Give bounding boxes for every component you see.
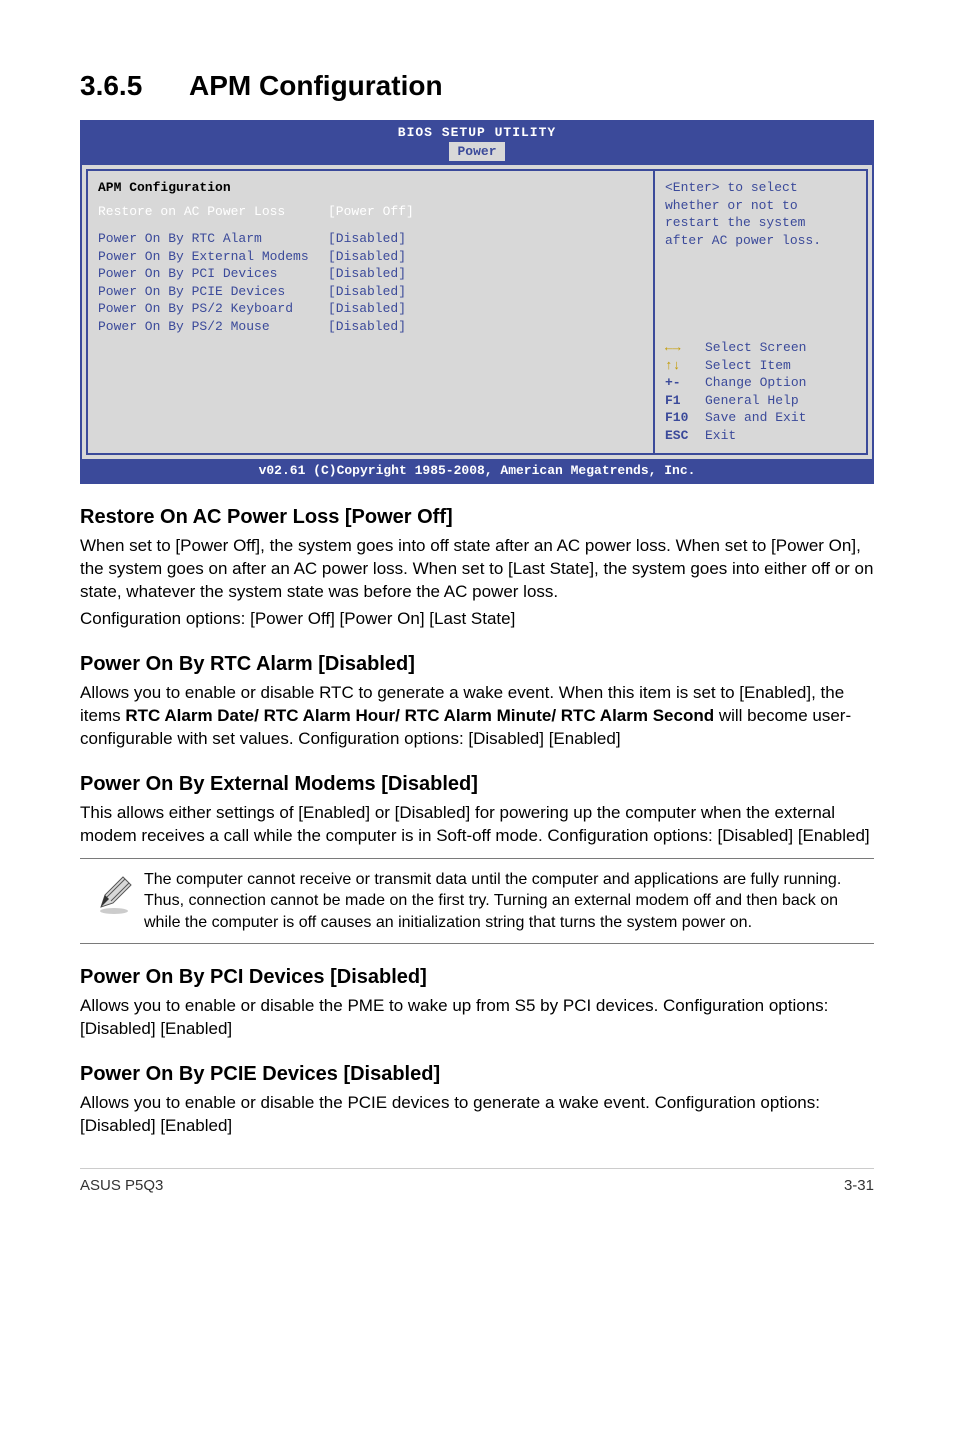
bios-row-value: [Disabled] xyxy=(328,300,406,318)
bios-header: BIOS SETUP UTILITY xyxy=(82,122,872,142)
bios-help-line: after AC power loss. xyxy=(665,232,856,250)
paragraph: Allows you to enable or disable RTC to g… xyxy=(80,682,874,751)
bios-tab-row: Power xyxy=(82,142,872,164)
bios-row: Power On By PCI Devices [Disabled] xyxy=(98,265,643,283)
subheading-external-modems: Power On By External Modems [Disabled] xyxy=(80,773,874,796)
paragraph: When set to [Power Off], the system goes… xyxy=(80,535,874,604)
subheading-restore-ac: Restore On AC Power Loss [Power Off] xyxy=(80,506,874,529)
paragraph: Allows you to enable or disable the PCIE… xyxy=(80,1092,874,1138)
legend-text: Change Option xyxy=(705,374,806,392)
bios-row-value: [Disabled] xyxy=(328,265,406,283)
bios-row: Power On By PS/2 Keyboard [Disabled] xyxy=(98,300,643,318)
legend-key: F1 xyxy=(665,392,705,410)
bios-row-label: Power On By RTC Alarm xyxy=(98,230,328,248)
bios-row-value: [Disabled] xyxy=(328,248,406,266)
footer-left: ASUS P5Q3 xyxy=(80,1177,163,1194)
bios-row: Power On By PS/2 Mouse [Disabled] xyxy=(98,318,643,336)
bios-tab-power: Power xyxy=(449,142,504,162)
legend-key: ↑↓ xyxy=(665,357,705,375)
bios-help-line: <Enter> to select xyxy=(665,179,856,197)
bios-row: Power On By RTC Alarm [Disabled] xyxy=(98,230,643,248)
bios-help-line: whether or not to xyxy=(665,197,856,215)
legend-key: ←→ xyxy=(665,339,705,357)
bios-left-panel: APM Configuration Restore on AC Power Lo… xyxy=(86,169,653,454)
note-callout: The computer cannot receive or transmit … xyxy=(80,858,874,945)
section-number: 3.6.5 xyxy=(80,70,142,102)
subheading-pcie-devices: Power On By PCIE Devices [Disabled] xyxy=(80,1063,874,1086)
legend-text: General Help xyxy=(705,392,799,410)
section-heading: 3.6.5 APM Configuration xyxy=(80,70,874,102)
bios-row: Power On By External Modems [Disabled] xyxy=(98,248,643,266)
legend-text: Exit xyxy=(705,427,736,445)
paragraph: Configuration options: [Power Off] [Powe… xyxy=(80,608,874,631)
paragraph: Allows you to enable or disable the PME … xyxy=(80,995,874,1041)
legend-text: Select Screen xyxy=(705,339,806,357)
bios-row-label: Power On By External Modems xyxy=(98,248,328,266)
section-title-text: APM Configuration xyxy=(189,70,443,101)
footer-right: 3-31 xyxy=(844,1177,874,1194)
bios-row-value: [Disabled] xyxy=(328,318,406,336)
bios-row-value: [Disabled] xyxy=(328,283,406,301)
bios-row: Power On By PCIE Devices [Disabled] xyxy=(98,283,643,301)
bios-panel-title: APM Configuration xyxy=(98,179,643,197)
bios-row-label: Power On By PCIE Devices xyxy=(98,283,328,301)
subheading-pci-devices: Power On By PCI Devices [Disabled] xyxy=(80,966,874,989)
bios-row-value: [Disabled] xyxy=(328,230,406,248)
bios-legend: ←→Select Screen ↑↓Select Item +-Change O… xyxy=(665,339,856,444)
legend-key: ESC xyxy=(665,427,705,445)
legend-text: Save and Exit xyxy=(705,409,806,427)
legend-text: Select Item xyxy=(705,357,791,375)
bios-row-label: Power On By PS/2 Keyboard xyxy=(98,300,328,318)
bios-footer: v02.61 (C)Copyright 1985-2008, American … xyxy=(82,459,872,483)
note-text: The computer cannot receive or transmit … xyxy=(144,869,870,934)
legend-key: F10 xyxy=(665,409,705,427)
pencil-icon xyxy=(84,869,144,920)
bold-text: RTC Alarm Date/ RTC Alarm Hour/ RTC Alar… xyxy=(125,706,714,725)
bios-row-label: Restore on AC Power Loss xyxy=(98,203,328,221)
legend-key: +- xyxy=(665,374,705,392)
bios-help-line: restart the system xyxy=(665,214,856,232)
bios-right-panel: <Enter> to select whether or not to rest… xyxy=(653,169,868,454)
bios-help-text: <Enter> to select whether or not to rest… xyxy=(665,179,856,249)
subheading-rtc-alarm: Power On By RTC Alarm [Disabled] xyxy=(80,653,874,676)
page-footer: ASUS P5Q3 3-31 xyxy=(80,1168,874,1194)
bios-row-label: Power On By PCI Devices xyxy=(98,265,328,283)
bios-row-value: [Power Off] xyxy=(328,203,414,221)
bios-row-label: Power On By PS/2 Mouse xyxy=(98,318,328,336)
bios-row-restore: Restore on AC Power Loss [Power Off] xyxy=(98,203,643,221)
paragraph: This allows either settings of [Enabled]… xyxy=(80,802,874,848)
bios-screenshot: BIOS SETUP UTILITY Power APM Configurati… xyxy=(80,120,874,484)
